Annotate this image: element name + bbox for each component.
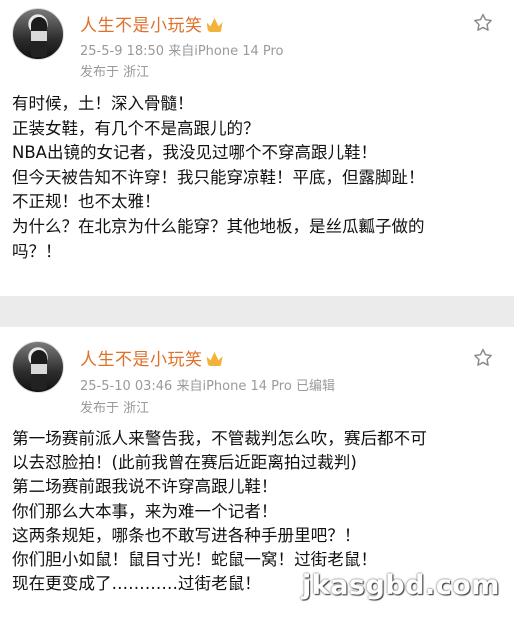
watermark: jkasgbd.com [302,570,500,601]
post-body: 有时候，土！深入骨髓！ 正装女鞋，有几个不是高跟儿的？ NBA出镜的女记者，我没… [12,92,504,264]
post-line: 你们那么大本事，来为难一个记者！ [12,501,278,521]
post-edited: 已编辑 [295,379,335,394]
username-text[interactable]: 人生不是小玩笑 [80,16,203,36]
post-location: 发布于 浙江 [80,401,150,416]
crown-badge-icon [206,352,223,366]
post-line: 以去怼脸拍！(此前我曾在赛后近距离拍过裁判) [12,453,357,473]
star-outline-icon[interactable] [472,347,494,369]
post-meta: 25-5-10 03:46 来自iPhone 14 Pro 已编辑 [80,375,335,394]
username[interactable]: 人生不是小玩笑 [80,11,223,36]
star-outline-icon[interactable] [472,12,494,34]
avatar-figure [31,350,47,390]
post-line: 第一场赛前派人来警告我，不管裁判怎么吹，赛后都不可 [12,429,427,448]
avatar[interactable] [12,341,64,393]
username-text[interactable]: 人生不是小玩笑 [80,350,203,370]
post-device: 来自iPhone 14 Pro [168,44,284,59]
username[interactable]: 人生不是小玩笑 [80,345,223,370]
post-meta: 25-5-9 18:50 来自iPhone 14 Pro [80,40,284,59]
post-line: 吗？！ [12,241,62,261]
avatar[interactable] [12,8,64,60]
post-line: 但今天被告知不许穿！我只能穿凉鞋！平底，但露脚趾！ [12,167,425,187]
post-date: 25-5-9 18:50 [80,44,165,59]
post-line: 你们胆小如鼠！鼠目寸光！蛇鼠一窝！过街老鼠！ [12,550,378,570]
avatar-figure [31,17,47,57]
post-location: 发布于 浙江 [80,65,150,80]
post-card-1: 人生不是小玩笑 25-5-9 18:50 来自iPhone 14 Pro 发布于… [0,0,514,296]
post-line: 这两条规矩，哪条也不敢写进各种手册里吧？！ [12,525,361,545]
crown-badge-icon [206,18,223,32]
post-line: NBA出镜的女记者，我没见过哪个不穿高跟儿鞋！ [12,143,377,163]
post-device: 来自iPhone 14 Pro [176,379,292,394]
post-line: 为什么？在北京为什么能穿？其他地板，是丝瓜瓤子做的 [12,216,425,236]
post-line: 第二场赛前跟我说不许穿高跟儿鞋！ [12,477,278,497]
post-date: 25-5-10 03:46 [80,379,173,394]
post-line: 正装女鞋，有几个不是高跟儿的？ [12,118,260,138]
post-line: 有时候，土！深入骨髓！ [12,94,194,113]
post-line: 不正规！也不太雅！ [12,192,161,212]
